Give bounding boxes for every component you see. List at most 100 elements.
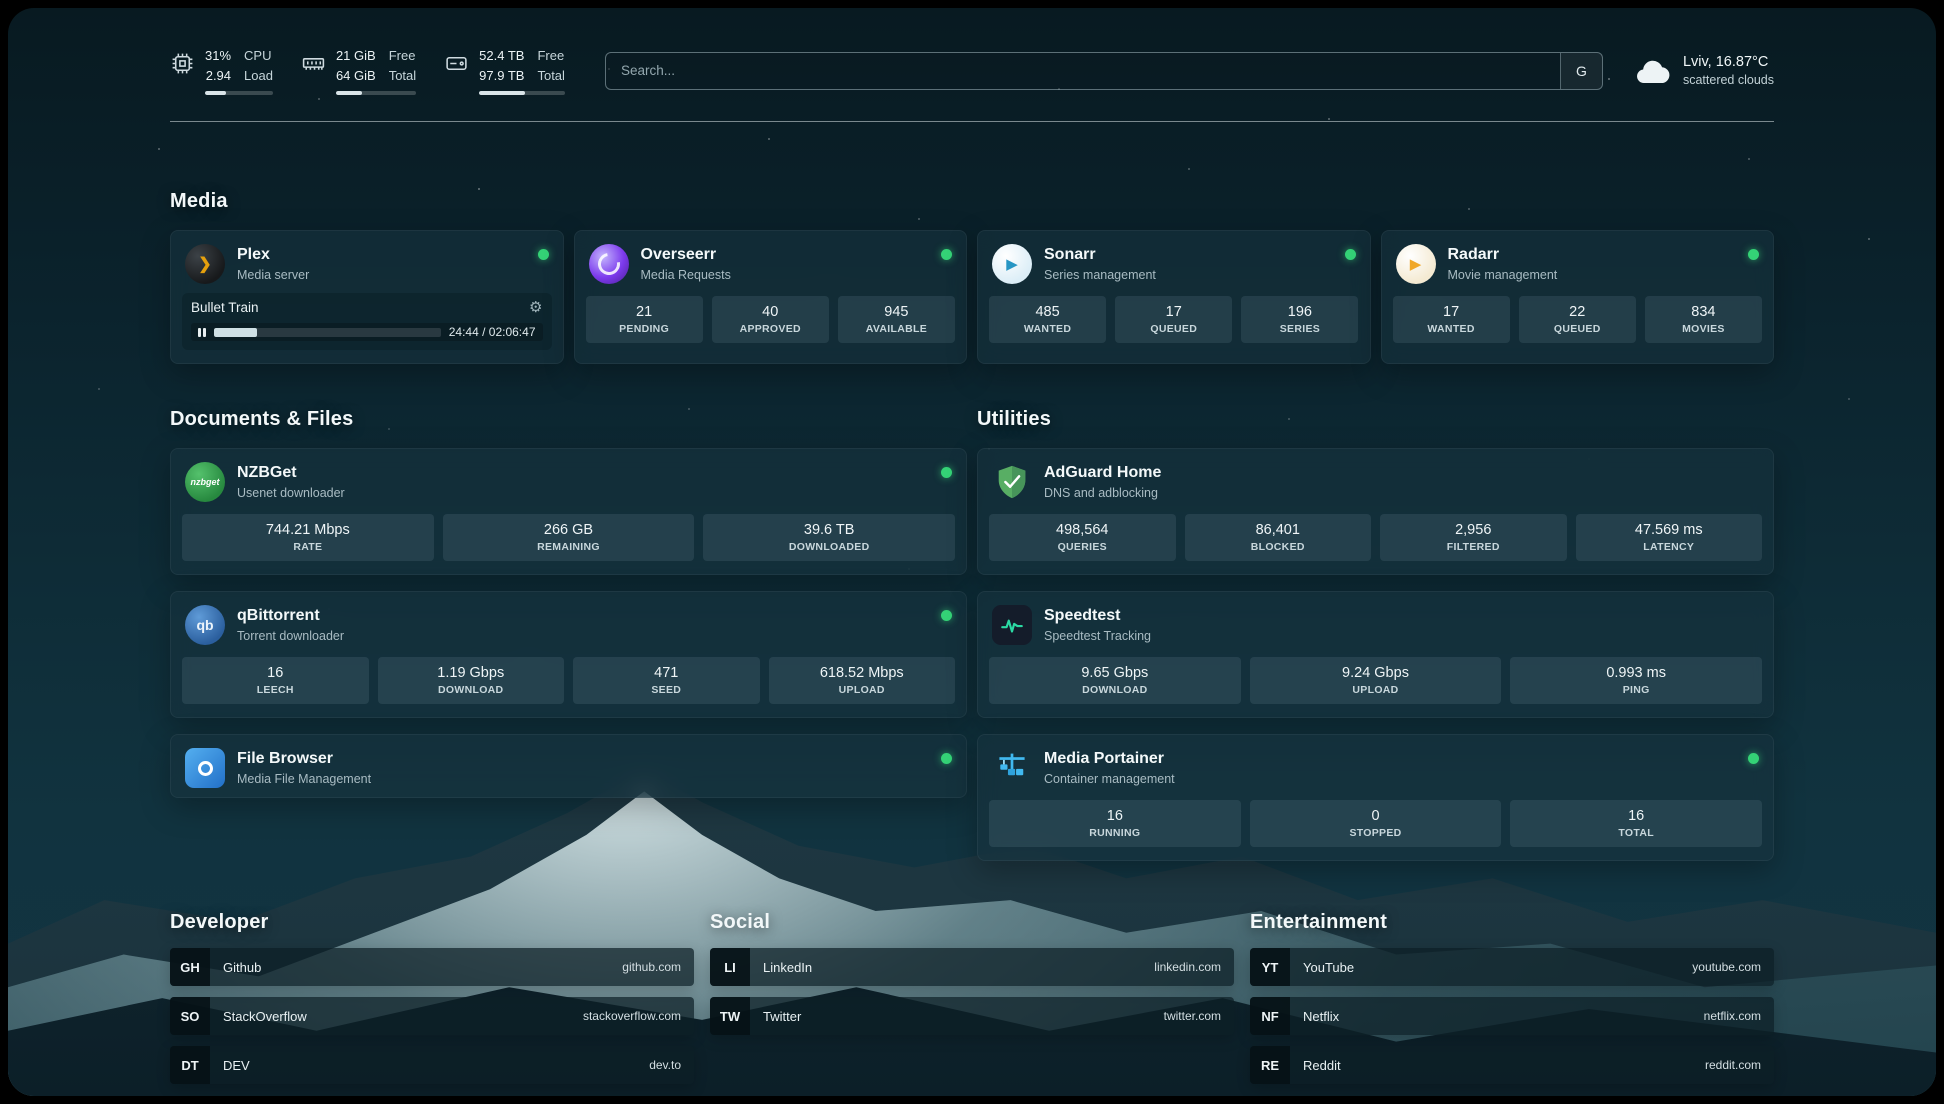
bookmark-youtube[interactable]: YT YouTube youtube.com xyxy=(1250,948,1774,986)
cpu-percent-value: 31% xyxy=(205,46,231,66)
disk-progress-track xyxy=(479,91,565,95)
cpu-load-value: 2.94 xyxy=(206,66,231,86)
status-dot xyxy=(1748,249,1759,260)
bookmark-github[interactable]: GH Github github.com xyxy=(170,948,694,986)
disk-total-value: 97.9 TB xyxy=(479,66,524,86)
top-bar: 31% 2.94 CPU Load xyxy=(170,8,1774,122)
speedtest-card[interactable]: Speedtest Speedtest Tracking 9.65 GbpsDO… xyxy=(977,591,1774,718)
search-bar: G xyxy=(605,52,1603,90)
qbittorrent-icon: qb xyxy=(185,605,225,645)
twitter-icon: TW xyxy=(710,997,750,1035)
playback-bar: 24:44 / 02:06:47 xyxy=(191,323,543,341)
service-description: Movie management xyxy=(1448,268,1558,282)
stackoverflow-icon: SO xyxy=(170,997,210,1035)
portainer-card[interactable]: Media Portainer Container management 16R… xyxy=(977,734,1774,861)
weather-location: Lviv, 16.87°C xyxy=(1683,54,1774,70)
now-playing-title: Bullet Train xyxy=(191,300,259,315)
bookmark-twitter[interactable]: TW Twitter twitter.com xyxy=(710,997,1234,1035)
section-documents: Documents & Files nzbget NZBGet Usenet d… xyxy=(170,406,967,798)
search-engine-button[interactable]: G xyxy=(1560,53,1602,89)
developer-section-title: Developer xyxy=(170,909,694,935)
reddit-icon: RE xyxy=(1250,1046,1290,1084)
portainer-crane-icon xyxy=(992,748,1032,788)
bookmark-dev[interactable]: DT DEV dev.to xyxy=(170,1046,694,1084)
memory-progress-track xyxy=(336,91,416,95)
qbittorrent-card[interactable]: qb qBittorrent Torrent downloader 16LEEC… xyxy=(170,591,967,718)
pause-icon[interactable] xyxy=(198,328,206,337)
adguard-card[interactable]: AdGuard Home DNS and adblocking 498,564Q… xyxy=(977,448,1774,575)
disk-widget: 52.4 TB 97.9 TB Free Total xyxy=(444,46,565,95)
filebrowser-card[interactable]: File Browser Media File Management xyxy=(170,734,967,798)
section-utilities: Utilities Ad xyxy=(977,406,1774,861)
service-description: Container management xyxy=(1044,772,1175,786)
disk-progress-fill xyxy=(479,91,524,95)
stat-leech: 16LEECH xyxy=(182,657,369,704)
nzbget-icon: nzbget xyxy=(185,462,225,502)
dashboard-screen: 31% 2.94 CPU Load xyxy=(0,0,1944,1104)
stat-series: 196SERIES xyxy=(1241,296,1358,343)
stat-filtered: 2,956FILTERED xyxy=(1380,514,1567,561)
playback-track[interactable] xyxy=(214,328,441,337)
stat-ping: 0.993 msPING xyxy=(1510,657,1762,704)
service-description: Media File Management xyxy=(237,772,371,786)
service-description: Torrent downloader xyxy=(237,629,344,643)
bookmark-stackoverflow[interactable]: SO StackOverflow stackoverflow.com xyxy=(170,997,694,1035)
service-description: Media server xyxy=(237,268,309,282)
stat-pending: 21PENDING xyxy=(586,296,703,343)
memory-free-label: Free xyxy=(389,46,416,66)
radarr-card[interactable]: ▶ Radarr Movie management 17WANTED xyxy=(1381,230,1775,364)
playback-progress xyxy=(214,328,257,337)
sonarr-icon: ▶ xyxy=(992,244,1032,284)
stat-upload: 9.24 GbpsUPLOAD xyxy=(1250,657,1502,704)
bookmark-linkedin[interactable]: LI LinkedIn linkedin.com xyxy=(710,948,1234,986)
service-description: Series management xyxy=(1044,268,1156,282)
radarr-icon: ▶ xyxy=(1396,244,1436,284)
stat-remaining: 266 GBREMAINING xyxy=(443,514,695,561)
status-dot xyxy=(1748,753,1759,764)
status-dot xyxy=(941,610,952,621)
media-grid: ❯ Plex Media server Bullet Train ⚙ xyxy=(170,230,1774,364)
service-description: DNS and adblocking xyxy=(1044,486,1161,500)
service-name: Speedtest xyxy=(1044,607,1151,625)
stat-wanted: 17WANTED xyxy=(1393,296,1510,343)
bookmark-reddit[interactable]: RE Reddit reddit.com xyxy=(1250,1046,1774,1084)
memory-progress-fill xyxy=(336,91,362,95)
dev-icon: DT xyxy=(170,1046,210,1084)
service-description: Media Requests xyxy=(641,268,731,282)
stat-downloaded: 39.6 TBDOWNLOADED xyxy=(703,514,955,561)
disk-free-label: Free xyxy=(537,46,564,66)
stat-blocked: 86,401BLOCKED xyxy=(1185,514,1372,561)
service-name: qBittorrent xyxy=(237,607,344,625)
disk-free-value: 52.4 TB xyxy=(479,46,524,66)
cpu-icon xyxy=(170,51,195,76)
plex-icon: ❯ xyxy=(185,244,225,284)
nzbget-card[interactable]: nzbget NZBGet Usenet downloader 744.21 M… xyxy=(170,448,967,575)
gear-icon[interactable]: ⚙ xyxy=(529,300,542,315)
bookmarks-social: Social LI LinkedIn linkedin.com TW Twitt… xyxy=(710,909,1234,1095)
status-dot xyxy=(1345,249,1356,260)
plex-card[interactable]: ❯ Plex Media server Bullet Train ⚙ xyxy=(170,230,564,364)
service-name: Sonarr xyxy=(1044,246,1156,264)
search-input[interactable] xyxy=(606,53,1560,89)
service-name: Media Portainer xyxy=(1044,750,1175,768)
stat-wanted: 485WANTED xyxy=(989,296,1106,343)
stat-queued: 17QUEUED xyxy=(1115,296,1232,343)
memory-icon xyxy=(301,51,326,76)
sonarr-card[interactable]: ▶ Sonarr Series management 485WANTED xyxy=(977,230,1371,364)
entertainment-section-title: Entertainment xyxy=(1250,909,1774,935)
disk-total-label: Total xyxy=(537,66,564,86)
adguard-shield-icon xyxy=(992,462,1032,502)
documents-section-title: Documents & Files xyxy=(170,406,967,432)
dashboard-viewport: 31% 2.94 CPU Load xyxy=(8,8,1936,1096)
dashboard-content: 31% 2.94 CPU Load xyxy=(8,8,1936,1096)
linkedin-icon: LI xyxy=(710,948,750,986)
bookmarks-entertainment: Entertainment YT YouTube youtube.com NF … xyxy=(1250,909,1774,1095)
overseerr-card[interactable]: Overseerr Media Requests 21PENDING 40APP… xyxy=(574,230,968,364)
bookmark-netflix[interactable]: NF Netflix netflix.com xyxy=(1250,997,1774,1035)
plex-now-playing: Bullet Train ⚙ 24:44 / 02:06:47 xyxy=(182,293,552,350)
filebrowser-icon xyxy=(185,748,225,788)
service-name: NZBGet xyxy=(237,464,345,482)
youtube-icon: YT xyxy=(1250,948,1290,986)
cpu-widget: 31% 2.94 CPU Load xyxy=(170,46,273,95)
section-media: Media ❯ Plex Media server xyxy=(170,188,1774,364)
